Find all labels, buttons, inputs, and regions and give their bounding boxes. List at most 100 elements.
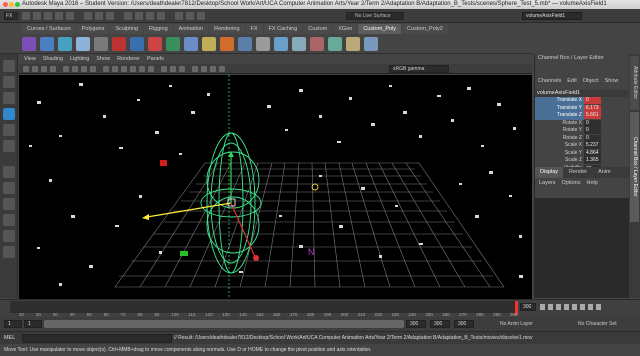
zoom-window-icon[interactable] [15, 2, 20, 7]
layout-four-icon[interactable] [3, 182, 15, 194]
select-object-icon[interactable] [95, 12, 103, 20]
script-language-label[interactable]: MEL [4, 334, 15, 343]
merge-icon[interactable] [238, 37, 252, 51]
layout-single-icon[interactable] [3, 166, 15, 178]
shelf-tab-animation[interactable]: Animation [173, 24, 209, 34]
menu-options[interactable]: Options [562, 179, 581, 188]
gate-mask-icon[interactable] [90, 66, 96, 72]
play-forwards-icon[interactable] [572, 304, 577, 310]
snap-grid-icon[interactable] [124, 12, 132, 20]
select-hierarchy-icon[interactable] [84, 12, 92, 20]
save-scene-icon[interactable] [44, 12, 52, 20]
select-tool-icon[interactable] [3, 60, 15, 72]
multi-cut-icon[interactable] [256, 37, 270, 51]
layout-graph-icon[interactable] [3, 230, 15, 242]
tab-display[interactable]: Display [535, 167, 564, 178]
range-end-field[interactable]: 300 [454, 320, 474, 328]
menu-view[interactable]: View [24, 55, 36, 64]
smooth-shade-icon[interactable] [112, 66, 118, 72]
shelf-tab-xgen[interactable]: XGen [333, 24, 358, 34]
menu-show[interactable]: Show [96, 55, 110, 64]
selected-node-name[interactable]: volumeAxisField1 [535, 90, 628, 97]
bridge-icon[interactable] [202, 37, 216, 51]
bookmark-icon[interactable] [41, 66, 47, 72]
render-icon[interactable] [175, 12, 183, 20]
menu-set-selector[interactable]: FX [4, 12, 18, 20]
step-forward-key-icon[interactable] [588, 304, 593, 310]
snap-curve-icon[interactable] [135, 12, 143, 20]
menu-shading[interactable]: Shading [43, 55, 63, 64]
step-back-frame-icon[interactable] [556, 304, 561, 310]
shelf-tab-sculpting[interactable]: Sculpting [110, 24, 143, 34]
poly-cylinder-icon[interactable] [58, 37, 72, 51]
redo-icon[interactable] [66, 12, 74, 20]
menu-panels[interactable]: Panels [147, 55, 164, 64]
freeze-transforms-icon[interactable] [364, 37, 378, 51]
film-gate-icon[interactable] [72, 66, 78, 72]
current-frame-field[interactable]: 300 [520, 303, 536, 311]
image-plane-icon[interactable] [50, 66, 56, 72]
snap-plane-icon[interactable] [157, 12, 165, 20]
shelf-tab-rendering[interactable]: Rendering [209, 24, 245, 34]
playback-end-field[interactable]: 300 [406, 320, 426, 328]
layout-outliner-icon[interactable] [3, 214, 15, 226]
anti-aliasing-icon[interactable] [210, 66, 216, 72]
extract-icon[interactable] [130, 37, 144, 51]
end-time-field[interactable]: 300 [430, 320, 450, 328]
playback-start-field[interactable]: 1 [24, 320, 42, 328]
command-input[interactable] [22, 334, 172, 343]
ambient-occlusion-icon[interactable] [192, 66, 198, 72]
channel-value[interactable]: 0 [584, 119, 601, 127]
channel-value[interactable]: 0 [584, 134, 601, 142]
center-pivot-icon[interactable] [346, 37, 360, 51]
shelf-tab-curves-surfaces[interactable]: Curves / Surfaces [22, 24, 76, 34]
fill-hole-icon[interactable] [310, 37, 324, 51]
menu-object[interactable]: Object [583, 77, 599, 86]
grid-toggle-icon[interactable] [63, 66, 69, 72]
wireframe-icon[interactable] [103, 66, 109, 72]
undo-icon[interactable] [55, 12, 63, 20]
channel-row[interactable]: Rotate Z 0 [535, 134, 628, 143]
channel-value[interactable]: 4.864 [584, 149, 601, 157]
extrude-icon[interactable] [184, 37, 198, 51]
channel-row[interactable]: Translate X 0 [535, 97, 628, 105]
viewport-scene[interactable]: N [19, 75, 532, 299]
scale-tool-icon[interactable] [3, 140, 15, 152]
start-time-field[interactable]: 1 [4, 320, 22, 328]
shelf-tab-polygons[interactable]: Polygons [76, 24, 110, 34]
channel-row[interactable]: Translate Y 6.173 [535, 104, 628, 112]
channel-row[interactable]: Scale Z 1.365 [535, 157, 628, 165]
yellow-locator[interactable] [311, 183, 319, 191]
green-object-marker[interactable] [180, 251, 188, 256]
menu-channels[interactable]: Channels [538, 77, 561, 86]
channel-row[interactable]: Scale X 5.237 [535, 142, 628, 150]
layer-list[interactable] [535, 198, 629, 298]
xray-joints-icon[interactable] [179, 66, 185, 72]
channel-row[interactable]: Rotate X 0 [535, 119, 628, 128]
move-tool-icon[interactable] [3, 108, 15, 120]
lasso-tool-icon[interactable] [3, 76, 15, 88]
snap-point-icon[interactable] [146, 12, 154, 20]
shelf-tab-fx-caching[interactable]: FX Caching [263, 24, 303, 34]
edge-loop-icon[interactable] [292, 37, 306, 51]
depth-of-field-icon[interactable] [219, 66, 225, 72]
channel-value[interactable]: 0 [584, 127, 601, 134]
minimize-window-icon[interactable] [9, 2, 14, 7]
shelf-tab-custom-poly[interactable]: Custom_Poly [358, 24, 402, 34]
rotate-tool-icon[interactable] [3, 124, 15, 136]
color-space-selector[interactable]: sRGB gamma [389, 65, 449, 73]
separate-icon[interactable] [112, 37, 126, 51]
channel-value[interactable]: 5.237 [584, 142, 601, 149]
play-backwards-icon[interactable] [564, 304, 569, 310]
perspective-viewport[interactable]: N [19, 75, 532, 299]
object-name-field[interactable]: volumeAxisField1 [522, 12, 582, 20]
poly-plane-icon[interactable] [76, 37, 90, 51]
menu-lighting[interactable]: Lighting [70, 55, 89, 64]
resolution-gate-icon[interactable] [81, 66, 87, 72]
channel-value[interactable]: 0 [584, 97, 601, 104]
tab-channel-box[interactable]: Channel Box / Layer Editor [630, 112, 639, 222]
ipr-render-icon[interactable] [186, 12, 194, 20]
shelf-tab-custom[interactable]: Custom [303, 24, 333, 34]
mirror-icon[interactable] [328, 37, 342, 51]
open-scene-icon[interactable] [33, 12, 41, 20]
